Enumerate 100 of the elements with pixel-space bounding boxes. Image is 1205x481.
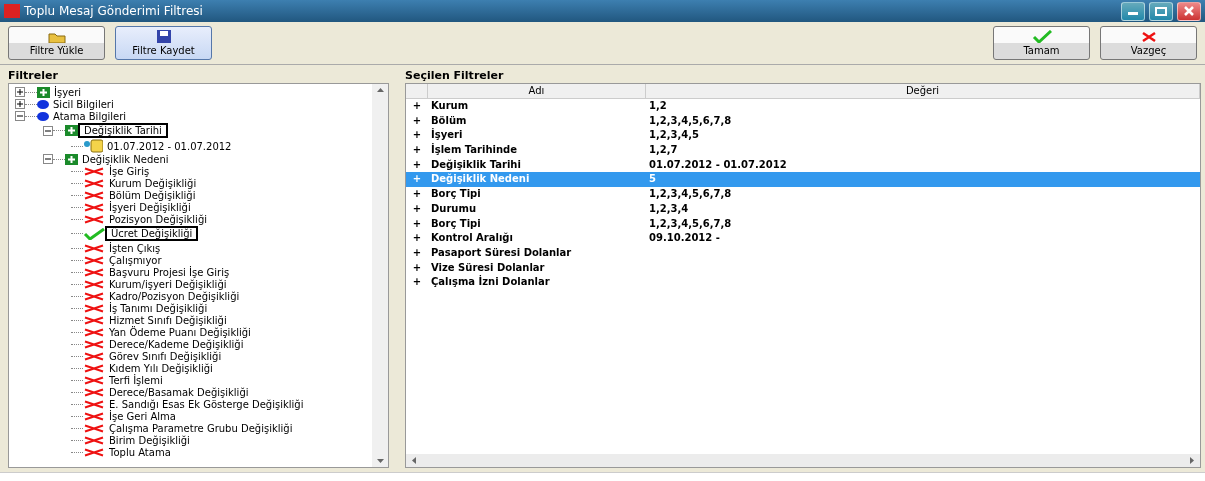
panel-title: Filtreler (8, 69, 59, 83)
scroll-down-icon[interactable] (376, 459, 384, 463)
expander-icon[interactable] (15, 87, 25, 97)
scroll-up-icon[interactable] (376, 88, 384, 92)
tree-item[interactable]: Yan Ödeme Puanı Değişikliği (105, 326, 255, 338)
tree-item[interactable]: İşyeri Değişikliği (105, 201, 195, 213)
table-cell-text: Bölüm (430, 113, 468, 128)
table-cell-text: 1,2,3,4,5 (648, 128, 700, 143)
scroll-right-icon[interactable] (1190, 457, 1194, 464)
cross-icon (83, 387, 105, 397)
close-button[interactable] (1177, 1, 1201, 21)
expander-icon[interactable] (15, 99, 25, 109)
tree-item[interactable]: Hizmet Sınıfı Değişikliği (105, 314, 231, 326)
tree-item[interactable]: Derece/Kademe Değişikliği (105, 338, 248, 350)
expand-toggle[interactable]: + (406, 187, 428, 202)
dialog-button[interactable]: Vazgeç (1100, 26, 1197, 60)
tree-item[interactable]: Başvuru Projesi İşe Giriş (105, 266, 234, 278)
tree-item[interactable]: İşyeri (50, 86, 86, 98)
app-icon (4, 4, 20, 18)
expand-toggle[interactable]: + (406, 231, 428, 246)
tree-item[interactable]: Terfi İşlemi (105, 374, 167, 386)
table-cell-text: Durumu (430, 201, 477, 216)
plus-icon (65, 153, 78, 165)
tree-item[interactable]: Kurum Değişikliği (105, 177, 201, 189)
cross-icon (83, 202, 105, 212)
table-cell-text: İşyeri (430, 128, 464, 143)
tree-item[interactable]: E. Sandığı Esas Ek Gösterge Değişikliği (105, 398, 308, 410)
tree-item[interactable]: Değişiklik Tarihi (78, 123, 168, 138)
tree-item[interactable]: Kadro/Pozisyon Değişikliği (105, 290, 244, 302)
expand-toggle[interactable]: + (406, 245, 428, 261)
expand-toggle[interactable]: + (406, 128, 428, 144)
panel-title: Seçilen Filtreler (405, 69, 505, 83)
cross-icon (83, 279, 105, 289)
expand-toggle[interactable]: + (406, 275, 428, 290)
cross-icon (83, 166, 105, 176)
dot-icon (37, 99, 49, 109)
expand-toggle[interactable]: + (406, 260, 428, 276)
cross-icon (83, 255, 105, 265)
tree-item[interactable]: İşe Geri Alma (105, 410, 180, 422)
folder-icon (47, 30, 66, 43)
cross-icon (83, 435, 105, 445)
table-cell-text: 1,2,3,4 (648, 201, 690, 216)
table-cell-text: İşlem Tarihinde (430, 143, 519, 158)
tree-item[interactable]: Ücret Değişikliği (105, 226, 199, 241)
cross-icon (83, 339, 105, 349)
cross-icon (83, 267, 105, 277)
scrollbar[interactable] (372, 84, 388, 467)
cross-icon (83, 363, 105, 373)
table-cell: Değişiklik Nedeni (428, 172, 646, 188)
tree-item[interactable]: 01.07.2012 - 01.07.2012 (103, 140, 236, 152)
expand-toggle[interactable]: + (406, 143, 428, 158)
cross-icon (83, 411, 105, 421)
column-header[interactable]: Değeri (646, 84, 1200, 98)
close-icon (1184, 6, 1194, 16)
cross-icon (83, 178, 105, 188)
table-cell-text: Değişiklik Tarihi (430, 157, 522, 172)
table-cell-text: Kontrol Aralığı (430, 231, 514, 246)
table-cell-text: Kurum (430, 99, 470, 113)
expand-toggle[interactable]: + (406, 113, 428, 129)
check-icon (83, 227, 105, 240)
table-cell-text: 1,2,3,4,5,6,7,8 (648, 187, 733, 202)
minimize-button[interactable] (1121, 1, 1145, 21)
plus-icon (65, 125, 78, 136)
expand-toggle[interactable]: + (406, 216, 428, 232)
tree-item[interactable]: Görev Sınıfı Değişikliği (105, 350, 226, 362)
toolbar-button[interactable]: Filtre Kaydet (115, 26, 212, 60)
tree-item[interactable]: Birim Değişikliği (105, 434, 194, 446)
maximize-button[interactable] (1149, 1, 1173, 21)
table-cell-text: Borç Tipi (430, 187, 482, 202)
tree-item[interactable]: Kıdem Yılı Değişikliği (105, 362, 217, 374)
tree-item[interactable]: Değişiklik Nedeni (78, 153, 173, 165)
expand-toggle[interactable]: + (406, 201, 428, 217)
tree-item[interactable]: Sicil Bilgileri (49, 98, 118, 110)
expand-toggle[interactable]: + (406, 99, 428, 114)
table-cell-text: 1,2 (648, 99, 668, 113)
scrollbar[interactable] (406, 454, 1200, 467)
tree-item[interactable]: Derece/Basamak Değişikliği (105, 386, 253, 398)
dialog-button[interactable]: Tamam (993, 26, 1090, 60)
expand-toggle[interactable]: + (406, 157, 428, 173)
tree-item[interactable]: İşe Giriş (105, 165, 154, 177)
tree-item[interactable]: Pozisyon Değişikliği (105, 213, 212, 225)
toolbar-button[interactable]: Filtre Yükle (8, 26, 105, 60)
column-header[interactable]: Adı (428, 84, 646, 98)
table-cell-text: Borç Tipi (430, 216, 482, 231)
tree-item[interactable]: Bölüm Değişikliği (105, 189, 200, 201)
tree-item[interactable]: Çalışmıyor (105, 254, 166, 266)
scroll-left-icon[interactable] (412, 457, 416, 464)
tree-item[interactable]: Atama Bilgileri (49, 110, 131, 122)
cross-icon (83, 327, 105, 337)
table-cell-text: Vize Süresi Dolanlar (430, 260, 546, 275)
floppy-icon (156, 30, 171, 43)
cross-icon (83, 214, 105, 224)
close-icon (1140, 30, 1157, 43)
dot-icon (37, 111, 49, 121)
tree-item[interactable]: İşten Çıkış (105, 242, 165, 254)
tree-item[interactable]: Çalışma Parametre Grubu Değişikliği (105, 422, 297, 434)
tree-item[interactable]: İş Tanımı Değişikliği (105, 302, 212, 314)
table-cell-text: 1,2,7 (648, 143, 679, 158)
tree-item[interactable]: Kurum/işyeri Değişikliği (105, 278, 231, 290)
tree-item[interactable]: Toplu Atama (105, 446, 175, 458)
